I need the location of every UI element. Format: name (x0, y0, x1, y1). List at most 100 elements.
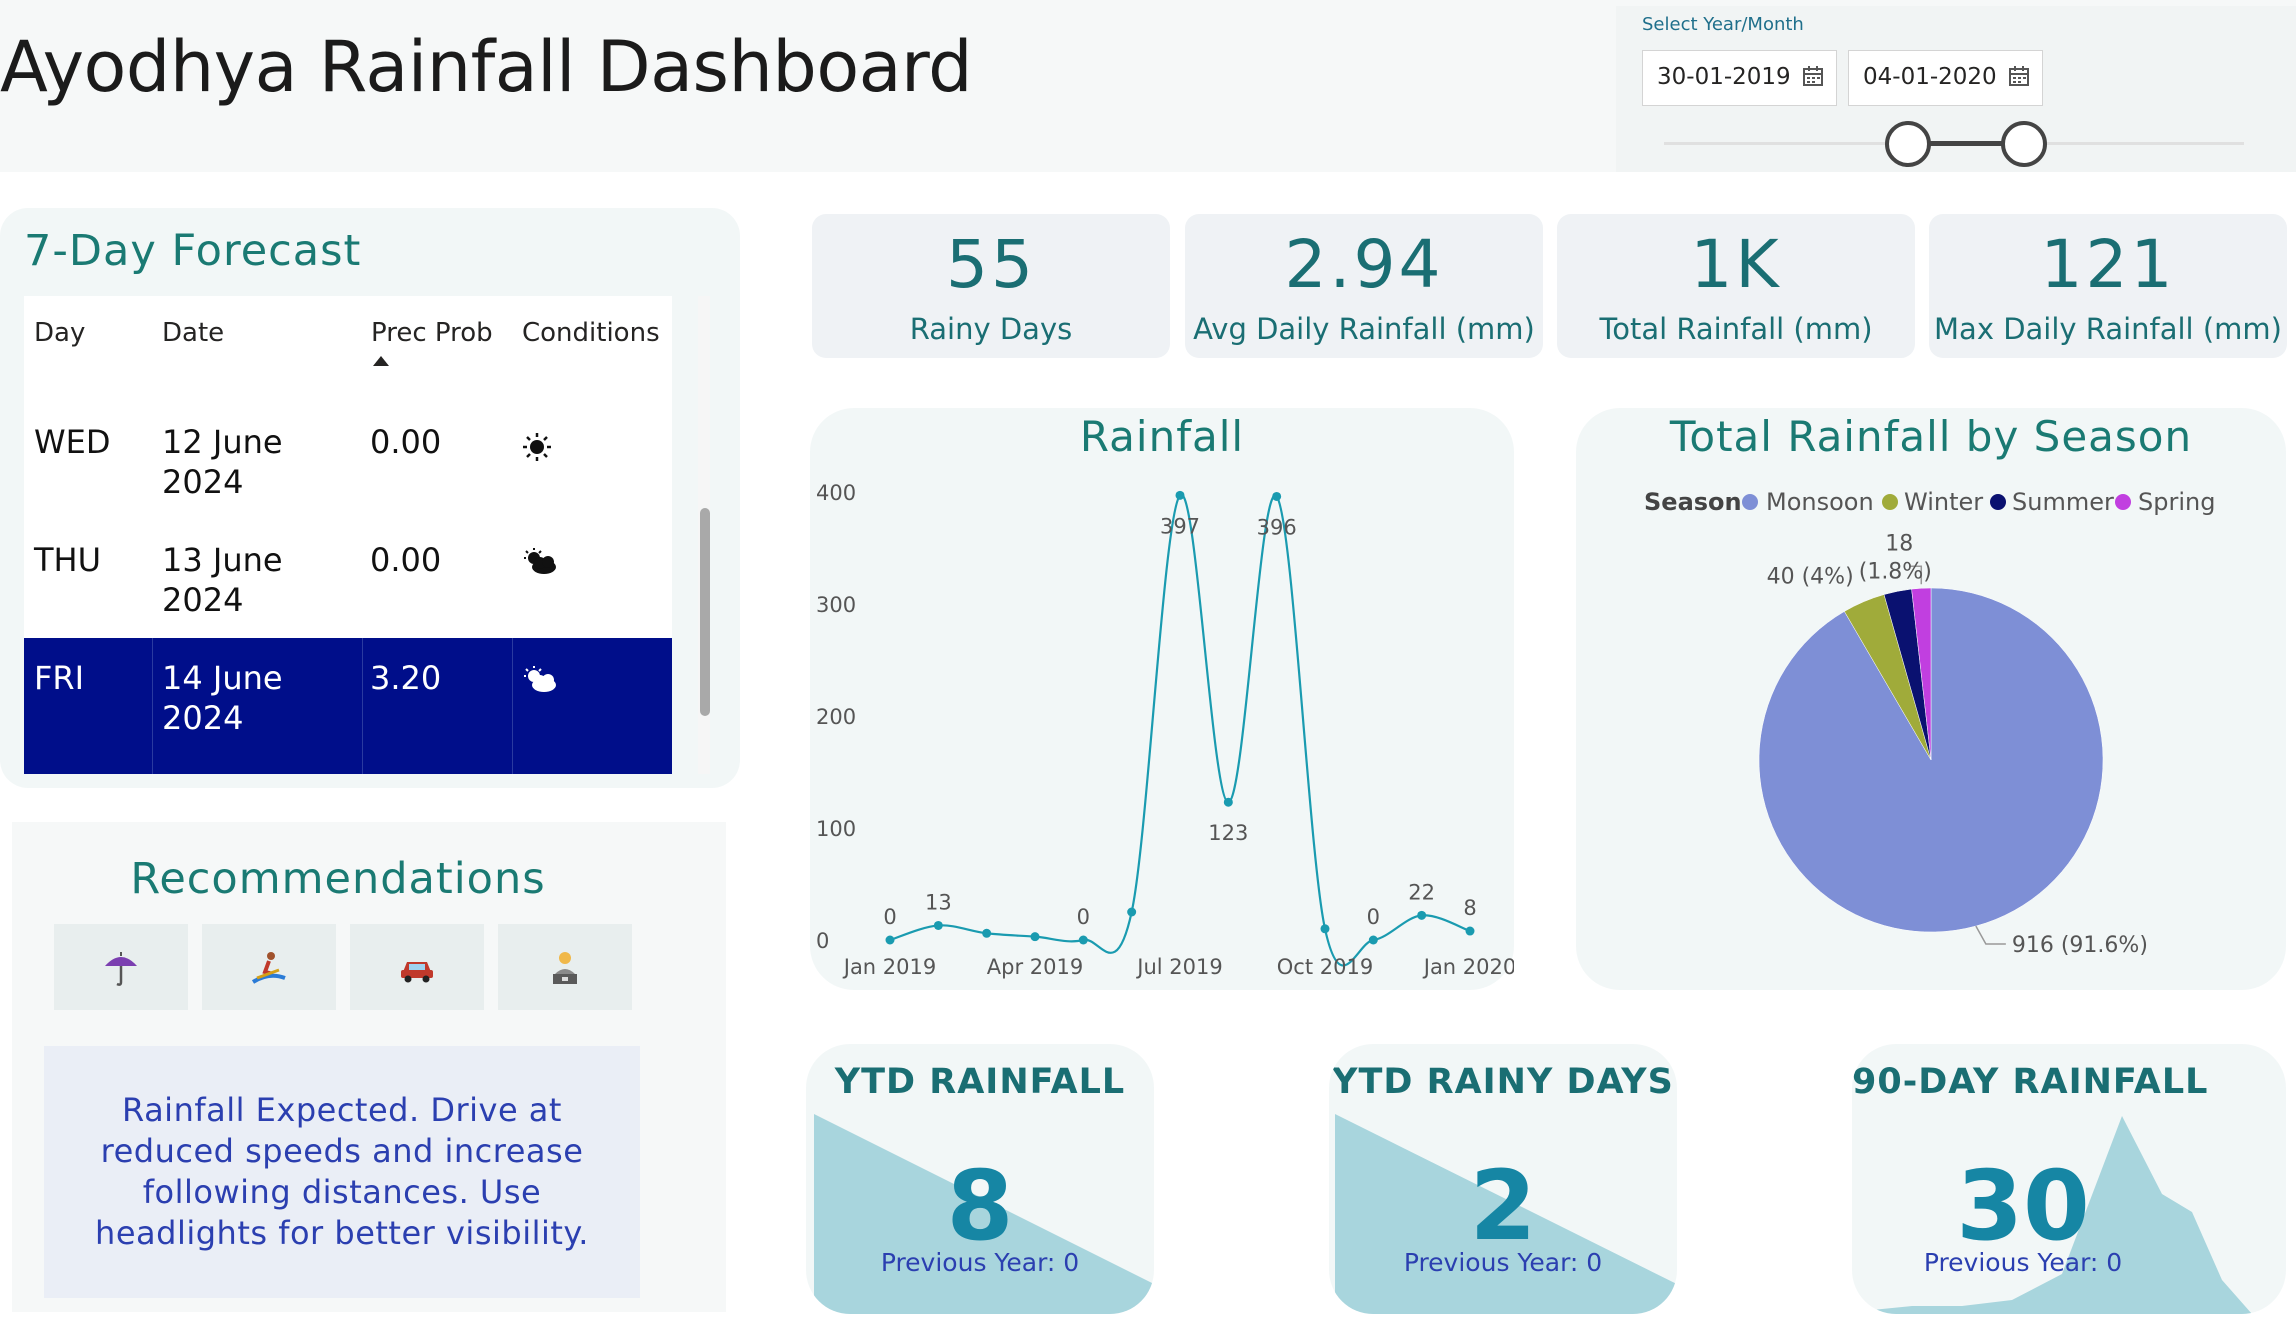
kpi-label: Total Rainfall (mm) (1599, 312, 1873, 346)
y-tick-label: 400 (816, 481, 856, 505)
legend-swatch (1742, 494, 1758, 510)
page-title: Ayodhya Rainfall Dashboard (0, 26, 973, 108)
season-chart-title: Total Rainfall by Season (1669, 412, 2193, 461)
table-row-date: 14 June (162, 659, 283, 697)
office-worker-icon[interactable] (498, 924, 632, 1010)
recommendation-message: Rainfall Expected. Drive at reduced spee… (95, 1091, 589, 1252)
y-tick-label: 0 (816, 929, 829, 953)
data-point[interactable] (933, 920, 943, 930)
data-point[interactable] (1030, 932, 1040, 942)
table-row-date: 13 June (162, 541, 283, 579)
sort-ascending-icon (373, 356, 389, 366)
data-label: 397 (1160, 514, 1200, 538)
table-row-selected[interactable] (24, 638, 672, 774)
data-point[interactable] (1320, 924, 1330, 934)
kpi-value: 1K (1690, 226, 1782, 303)
legend-item-spring[interactable]: Spring (2138, 488, 2215, 516)
data-point[interactable] (1175, 490, 1185, 500)
table-row-date-year: 2024 (162, 463, 244, 501)
umbrella-icon[interactable] (54, 924, 188, 1010)
sun-icon (523, 433, 551, 461)
data-label: 0 (883, 905, 896, 929)
card-title: 90-DAY RAINFALL (1852, 1062, 2209, 1102)
legend-swatch (1882, 494, 1898, 510)
data-point[interactable] (1368, 935, 1378, 945)
calendar-icon[interactable] (1802, 65, 1824, 87)
data-point[interactable] (1272, 491, 1282, 501)
rainfall-chart-title: Rainfall (1079, 412, 1245, 461)
kpi-label: Avg Daily Rainfall (mm) (1193, 312, 1535, 346)
table-row-date: 12 June (162, 423, 283, 461)
end-date-input[interactable]: 04-01-2020 (1848, 50, 2043, 106)
table-row-day: THU (34, 541, 102, 579)
kpi-label: Max Daily Rainfall (mm) (1934, 312, 2282, 346)
x-tick-label: Apr 2019 (987, 955, 1083, 979)
kpi-card-max-daily-rainfall: 121 Max Daily Rainfall (mm) (1929, 214, 2287, 358)
data-label: 396 (1257, 515, 1297, 539)
y-tick-label: 100 (816, 817, 856, 841)
data-point[interactable] (1417, 910, 1427, 920)
data-label: 8 (1463, 896, 1476, 920)
car-icon[interactable] (350, 924, 484, 1010)
ytd-rainy-days-card: YTD RAINY DAYS 2 Previous Year: 0 (1329, 1044, 1677, 1314)
data-point[interactable] (1078, 935, 1088, 945)
card-previous-year: Previous Year: 0 (1923, 1248, 2123, 1277)
column-header-date[interactable]: Date (162, 318, 224, 348)
data-point[interactable] (1127, 907, 1137, 917)
data-point[interactable] (1223, 797, 1233, 807)
pie-label-spring-percent: (1.8%) (1859, 559, 1932, 584)
kpi-label: Rainy Days (909, 312, 1073, 346)
ytd-rainfall-card: YTD RAINFALL 8 Previous Year: 0 (806, 1044, 1154, 1314)
data-label: 13 (925, 890, 952, 914)
table-row-prec: 0.00 (370, 423, 442, 461)
pie-leader-line (1975, 925, 2006, 945)
pie-label-spring-value: 18 (1885, 531, 1913, 556)
data-point[interactable] (982, 928, 992, 938)
ninety-day-rainfall-card: 90-DAY RAINFALL 30 Previous Year: 0 (1852, 1044, 2286, 1314)
data-label: 0 (1367, 905, 1380, 929)
data-point[interactable] (1465, 926, 1475, 936)
surfer-icon[interactable] (202, 924, 336, 1010)
forecast-title: 7-Day Forecast (24, 226, 362, 276)
column-header-day[interactable]: Day (34, 318, 85, 348)
table-row-prec: 0.00 (370, 541, 442, 579)
table-row-date-year: 2024 (162, 581, 244, 619)
legend-item-monsoon[interactable]: Monsoon (1766, 488, 1874, 516)
column-header-prec-prob[interactable]: Prec Prob (371, 318, 493, 348)
table-row-date-year: 2024 (162, 699, 244, 737)
x-tick-label: Jan 2019 (842, 955, 937, 979)
recommendations-title: Recommendations (130, 854, 546, 904)
data-label: 22 (1408, 880, 1435, 904)
kpi-value: 121 (2040, 226, 2176, 303)
column-header-conditions[interactable]: Conditions (522, 318, 660, 348)
table-row-day: WED (34, 423, 111, 461)
data-label: 0 (1077, 905, 1090, 929)
start-date-input[interactable]: 30-01-2019 (1642, 50, 1837, 106)
legend-item-winter[interactable]: Winter (1904, 488, 1983, 516)
data-point[interactable] (885, 935, 895, 945)
y-tick-label: 300 (816, 593, 856, 617)
card-value: 2 (1469, 1150, 1537, 1262)
data-label: 123 (1208, 821, 1248, 845)
rainfall-line-chart[interactable]: 0 100 200 300 400 0 13 0 397 123 396 0 22 8 Jan 2019 Ap… (810, 470, 1514, 990)
forecast-scrollbar-thumb[interactable] (700, 508, 710, 716)
x-tick-label: Jul 2019 (1135, 955, 1222, 979)
kpi-value: 2.94 (1284, 226, 1444, 303)
date-filter-label: Select Year/Month (1642, 14, 1804, 35)
card-previous-year: Previous Year: 0 (1403, 1248, 1603, 1277)
season-pie-chart[interactable]: 916 (91.6%) 40 (4%) 18 (1.8%) (1576, 530, 2286, 990)
card-value: 30 (1956, 1150, 2090, 1262)
card-previous-year: Previous Year: 0 (880, 1248, 1080, 1277)
partly-cloudy-icon (524, 548, 556, 574)
rainfall-series-line (889, 494, 1471, 967)
legend-swatch (1990, 494, 2006, 510)
pie-label-winter: 40 (4%) (1767, 565, 1854, 590)
partly-cloudy-icon (524, 666, 556, 692)
date-slider-end-handle[interactable] (2000, 121, 2047, 167)
pie-label-monsoon: 916 (91.6%) (2012, 933, 2148, 958)
y-tick-label: 200 (816, 705, 856, 729)
calendar-icon[interactable] (2008, 65, 2030, 87)
date-slider-start-handle[interactable] (1884, 121, 1931, 167)
kpi-value: 55 (946, 226, 1036, 303)
legend-item-summer[interactable]: Summer (2012, 488, 2114, 516)
